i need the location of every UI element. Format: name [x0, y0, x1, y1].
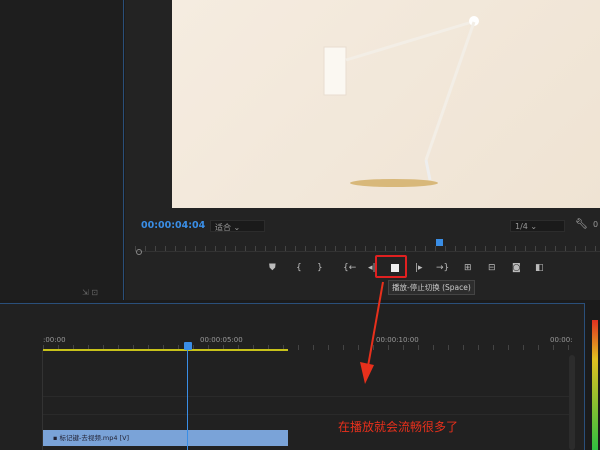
mark-out-icon[interactable]: } — [317, 263, 323, 273]
camera-icon[interactable]: ◙ — [512, 263, 521, 273]
playhead-handle[interactable] — [184, 342, 192, 350]
insert-icon[interactable]: ⊞ — [464, 263, 472, 273]
wrench-value: 0 — [593, 220, 599, 229]
step-forward-icon[interactable]: |▸ — [415, 263, 423, 273]
timeline-panel — [0, 303, 585, 450]
monitor-playhead[interactable] — [436, 239, 443, 246]
playhead-line[interactable] — [187, 345, 188, 450]
lamp-image — [323, 16, 479, 187]
mark-in-icon[interactable]: { — [296, 263, 302, 273]
video-frame — [172, 0, 600, 208]
work-area-bar[interactable] — [43, 349, 288, 351]
audio-meter — [592, 320, 598, 450]
current-timecode[interactable]: 00:00:04:04 — [141, 220, 205, 231]
zoom-handle[interactable] — [136, 249, 142, 255]
wrench-icon[interactable]: 🔧︎ — [575, 219, 588, 230]
clip-name: 标记键-去视频.mp4 [V] — [59, 434, 130, 442]
project-panel: ⇲ ⊡ — [0, 0, 124, 300]
fit-select[interactable]: 适合 ⌄ — [210, 220, 265, 232]
add-marker-icon[interactable]: ⛊ — [269, 263, 276, 273]
compare-icon[interactable]: ◧ — [535, 263, 544, 273]
go-to-out-icon[interactable]: →} — [436, 263, 449, 273]
annotation-text: 在播放就会流畅很多了 — [338, 420, 459, 434]
track-divider — [43, 396, 573, 397]
overwrite-icon[interactable]: ⊟ — [488, 263, 496, 273]
resolution-select[interactable]: 1/4 ⌄ — [510, 220, 565, 232]
vertical-scrollbar[interactable] — [569, 355, 575, 450]
tooltip: 播放-停止切换 (Space) — [388, 280, 475, 295]
tick-label: 00:00: — [550, 336, 573, 344]
fit-value: 适合 — [215, 223, 231, 232]
resolution-value: 1/4 — [515, 222, 528, 231]
track-divider — [43, 414, 573, 415]
highlight-box — [375, 255, 407, 278]
panel-icons[interactable]: ⇲ ⊡ — [82, 288, 98, 297]
video-clip[interactable]: ▪ 标记键-去视频.mp4 [V] — [43, 430, 288, 446]
red-arrow — [360, 281, 384, 384]
go-to-in-icon[interactable]: {← — [343, 263, 356, 273]
monitor-ruler[interactable] — [135, 238, 600, 252]
tick-label: 00:00:05:00 — [200, 336, 243, 344]
tick-label: :00:00 — [43, 336, 66, 344]
